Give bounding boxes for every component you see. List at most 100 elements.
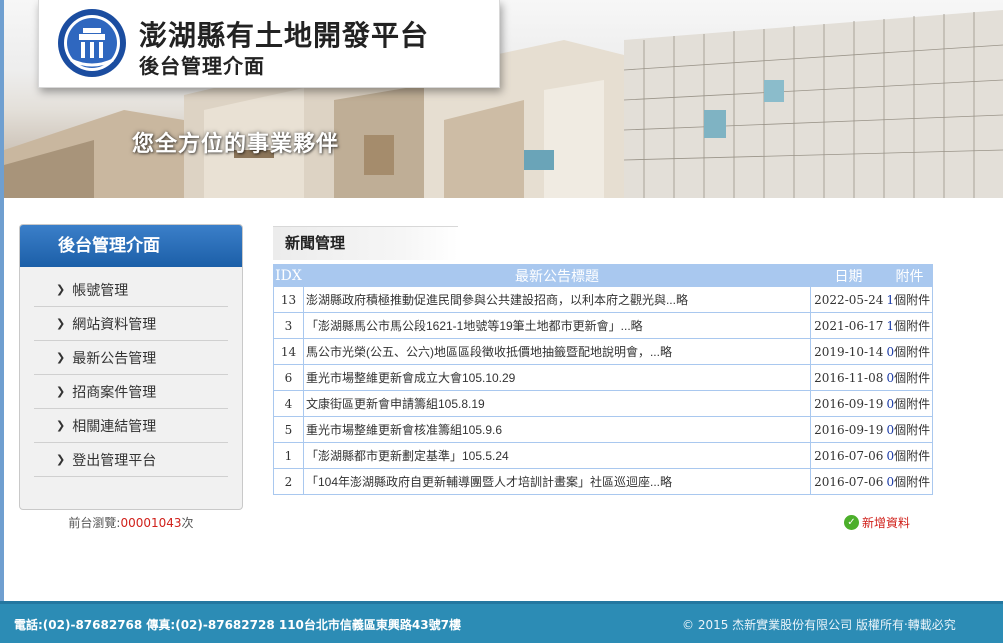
chevron-right-icon: ❯	[56, 419, 66, 432]
table-row: 13 澎湖縣政府積極推動促進民間參與公共建設招商，以利本府之觀光與...略 20…	[273, 286, 934, 313]
sidebar-item-logout[interactable]: ❯ 登出管理平台	[34, 443, 228, 477]
row-date: 2021-06-17	[810, 312, 887, 339]
row-title-link[interactable]: 「澎湖縣都市更新劃定基準」105.5.24	[302, 442, 812, 469]
row-date: 2016-07-06	[810, 442, 887, 469]
table-row: 6 重光市場整維更新會成立大會105.10.29 2016-11-08 0個附件	[273, 364, 934, 391]
row-date: 2016-11-08	[810, 364, 887, 391]
sidebar-item-related-links[interactable]: ❯ 相關連結管理	[34, 409, 228, 443]
row-title-link[interactable]: 「澎湖縣馬公市馬公段1621-1地號等19筆土地都市更新會」...略	[302, 312, 812, 339]
attachment-count: 0	[886, 371, 895, 385]
row-attachments[interactable]: 0個附件	[886, 390, 934, 417]
news-table: IDX 最新公告標題 日期 附件 13 澎湖縣政府積極推動促進民間參與公共建設招…	[273, 264, 934, 495]
sidebar-item-site-data[interactable]: ❯ 網站資料管理	[34, 307, 228, 341]
row-idx: 14	[273, 338, 304, 365]
attachment-count: 0	[886, 449, 895, 463]
table-header-row: IDX 最新公告標題 日期 附件	[273, 264, 934, 287]
attachment-label: 個附件	[894, 397, 931, 411]
table-row: 1 「澎湖縣都市更新劃定基準」105.5.24 2016-07-06 0個附件	[273, 442, 934, 469]
sidebar-item-investment-cases[interactable]: ❯ 招商案件管理	[34, 375, 228, 409]
attachment-label: 個附件	[894, 371, 931, 385]
row-title-link[interactable]: 文康街區更新會申請籌組105.8.19	[302, 390, 812, 417]
add-news-button[interactable]: ✓ 新增資料	[844, 514, 910, 531]
chevron-right-icon: ❯	[56, 351, 66, 364]
attachment-label: 個附件	[894, 475, 931, 489]
chevron-right-icon: ❯	[56, 317, 66, 330]
page-footer: 電話:(02)-87682768 傳真:(02)-87682728 110台北市…	[0, 601, 1003, 643]
row-title-link[interactable]: 馬公市光榮(公五、公六)地區區段徵收抵價地抽籤暨配地說明會，...略	[302, 338, 812, 365]
row-attachments[interactable]: 0個附件	[886, 442, 934, 469]
row-title-link[interactable]: 「104年澎湖縣政府自更新輔導團暨人才培訓計畫案」社區巡迴座...略	[302, 468, 812, 495]
table-row: 2 「104年澎湖縣政府自更新輔導團暨人才培訓計畫案」社區巡迴座...略 201…	[273, 468, 934, 495]
footer-contact: 電話:(02)-87682768 傳真:(02)-87682728 110台北市…	[14, 618, 461, 632]
table-row: 4 文康街區更新會申請籌組105.8.19 2016-09-19 0個附件	[273, 390, 934, 417]
row-attachments[interactable]: 1個附件	[886, 312, 934, 339]
sidebar-item-label: 網站資料管理	[72, 316, 157, 333]
chevron-right-icon: ❯	[56, 385, 66, 398]
row-idx: 6	[273, 364, 304, 391]
visit-counter: 前台瀏覽:00001043次	[19, 514, 243, 531]
table-row: 3 「澎湖縣馬公市馬公段1621-1地號等19筆土地都市更新會」...略 202…	[273, 312, 934, 339]
sidebar-item-label: 相關連結管理	[72, 418, 157, 435]
row-attachments[interactable]: 0個附件	[886, 338, 934, 365]
banner-slogan: 您全方位的事業夥伴	[132, 132, 340, 157]
footer-copyright: © 2015 杰新實業股份有限公司 版權所有‧轉載必究	[682, 618, 956, 632]
row-title-link[interactable]: 重光市場整維更新會核准籌組105.9.6	[302, 416, 812, 443]
table-row: 5 重光市場整維更新會核准籌組105.9.6 2016-09-19 0個附件	[273, 416, 934, 443]
table-row: 14 馬公市光榮(公五、公六)地區區段徵收抵價地抽籤暨配地說明會，...略 20…	[273, 338, 934, 365]
row-idx: 4	[273, 390, 304, 417]
sidebar-item-announcements[interactable]: ❯ 最新公告管理	[34, 341, 228, 375]
attachment-count: 1	[886, 293, 895, 307]
header-banner: 澎湖縣有土地開發平台 後台管理介面 您全方位的事業夥伴	[4, 0, 1003, 198]
visit-counter-suffix: 次	[181, 516, 194, 530]
sidebar-item-label: 最新公告管理	[72, 350, 157, 367]
attachment-label: 個附件	[894, 345, 931, 359]
site-subtitle: 後台管理介面	[139, 54, 265, 78]
row-idx: 3	[273, 312, 304, 339]
attachment-count: 0	[886, 423, 895, 437]
attachment-label: 個附件	[894, 293, 931, 307]
sidebar-item-accounts[interactable]: ❯ 帳號管理	[34, 273, 228, 307]
add-news-label: 新增資料	[862, 516, 911, 530]
attachment-count: 1	[886, 319, 895, 333]
sidebar-item-label: 招商案件管理	[72, 384, 157, 401]
row-date: 2019-10-14	[810, 338, 887, 365]
row-idx: 5	[273, 416, 304, 443]
attachment-count: 0	[886, 475, 895, 489]
attachment-label: 個附件	[894, 423, 931, 437]
attachment-count: 0	[886, 345, 895, 359]
row-attachments[interactable]: 0個附件	[886, 468, 934, 495]
visit-counter-value: 00001043	[120, 516, 182, 530]
row-attachments[interactable]: 0個附件	[886, 416, 934, 443]
column-header-title: 最新公告標題	[302, 264, 812, 287]
sidebar-item-label: 帳號管理	[72, 282, 129, 299]
site-title-plate: 澎湖縣有土地開發平台 後台管理介面	[38, 0, 500, 88]
row-date: 2016-09-19	[810, 390, 887, 417]
visit-counter-label: 前台瀏覽:	[68, 516, 121, 530]
column-header-date: 日期	[810, 264, 887, 287]
row-idx: 2	[273, 468, 304, 495]
site-title: 澎湖縣有土地開發平台	[139, 19, 430, 52]
admin-sidebar: 後台管理介面 ❯ 帳號管理 ❯ 網站資料管理 ❯ 最新公告管理 ❯ 招商案件管理 ❯ 相關…	[19, 224, 243, 510]
sidebar-menu: ❯ 帳號管理 ❯ 網站資料管理 ❯ 最新公告管理 ❯ 招商案件管理 ❯ 相關連結管理 ❯ 登…	[20, 267, 242, 477]
row-title-link[interactable]: 重光市場整維更新會成立大會105.10.29	[302, 364, 812, 391]
attachment-label: 個附件	[894, 319, 931, 333]
sidebar-item-label: 登出管理平台	[72, 452, 157, 469]
column-header-attachments: 附件	[885, 264, 934, 287]
row-date: 2016-09-19	[810, 416, 887, 443]
row-date: 2016-07-06	[810, 468, 887, 495]
chevron-right-icon: ❯	[56, 283, 66, 296]
county-emblem-icon	[58, 9, 126, 77]
attachment-count: 0	[886, 397, 895, 411]
row-attachments[interactable]: 0個附件	[886, 364, 934, 391]
row-idx: 13	[273, 286, 304, 313]
row-date: 2022-05-24	[810, 286, 887, 313]
check-circle-icon: ✓	[844, 515, 859, 530]
row-idx: 1	[273, 442, 304, 469]
attachment-label: 個附件	[894, 449, 931, 463]
panel-title: 新聞管理	[273, 226, 458, 260]
column-header-idx: IDX	[273, 264, 304, 287]
row-attachments[interactable]: 1個附件	[886, 286, 934, 313]
sidebar-title: 後台管理介面	[20, 225, 242, 267]
row-title-link[interactable]: 澎湖縣政府積極推動促進民間參與公共建設招商，以利本府之觀光與...略	[302, 286, 812, 313]
chevron-right-icon: ❯	[56, 453, 66, 466]
